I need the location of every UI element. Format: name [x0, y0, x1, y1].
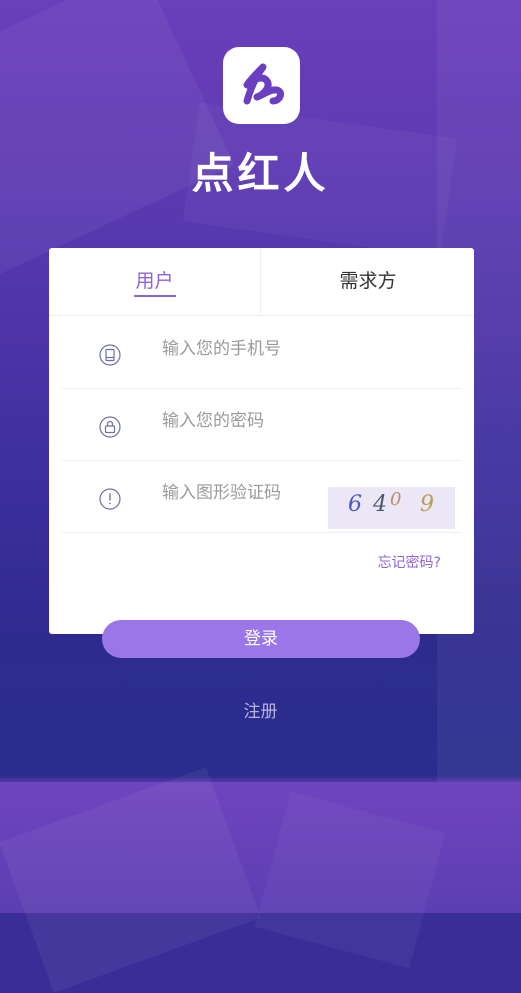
captcha-char: 4 [373, 492, 387, 517]
captcha-char: 9 [420, 492, 434, 517]
captcha-char: 6 [348, 492, 362, 517]
captcha-input[interactable] [162, 480, 342, 506]
app-logo [223, 47, 300, 124]
login-button[interactable]: 登录 [102, 620, 420, 658]
app-name: 点红人 [191, 149, 330, 198]
tab-demand-side[interactable]: 需求方 [260, 248, 475, 315]
role-tabs: 用户 需求方 [49, 248, 474, 316]
captcha-image[interactable]: 6 4 0 9 [328, 487, 455, 529]
phone-icon [99, 344, 121, 366]
login-card: 用户 需求方 6 4 0 9 忘记密码? [49, 248, 474, 634]
register-link[interactable]: 注册 [244, 702, 278, 722]
password-row [62, 388, 460, 461]
phone-row [62, 316, 460, 389]
register-link-row: 注册 [0, 697, 521, 722]
tab-active-indicator [134, 295, 176, 297]
captcha-row: 6 4 0 9 [62, 460, 460, 533]
exclamation-icon [99, 488, 121, 510]
forgot-password-link[interactable]: 忘记密码? [378, 552, 441, 572]
phone-input[interactable] [162, 336, 342, 362]
lock-icon [99, 416, 121, 438]
tab-user[interactable]: 用户 [49, 248, 260, 315]
password-input[interactable] [162, 408, 342, 434]
captcha-char: 0 [390, 489, 402, 510]
logo-icon [243, 63, 284, 104]
